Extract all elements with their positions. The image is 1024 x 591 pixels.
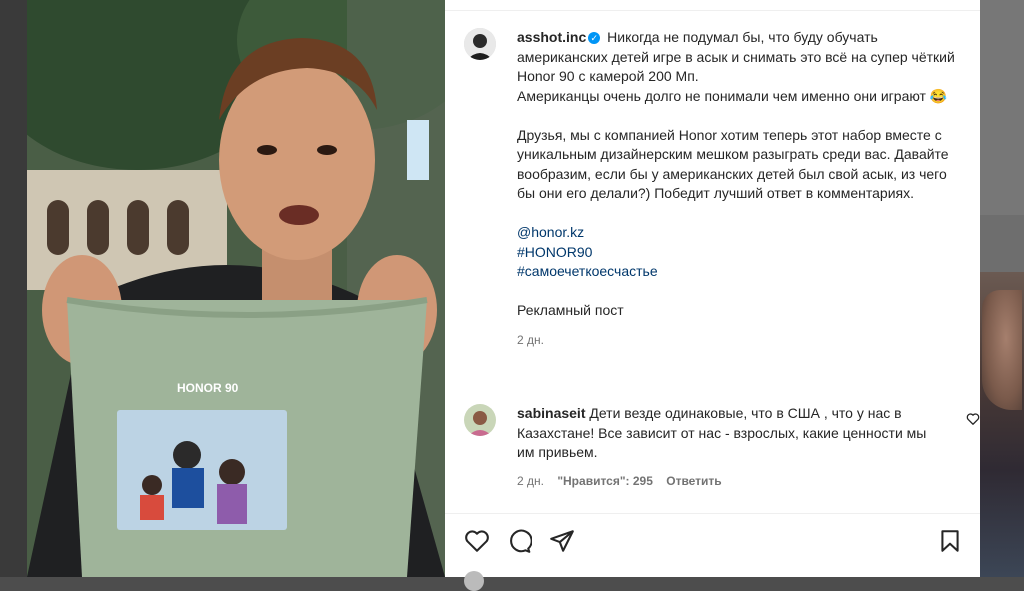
post-actions-bar — [464, 528, 964, 556]
background-dim-right[interactable] — [980, 0, 1024, 577]
author-avatar-image — [464, 28, 496, 60]
comment-reply-button[interactable]: Ответить — [666, 474, 721, 488]
heart-icon[interactable] — [464, 528, 490, 554]
comment-body: sabinaseit Дети везде одинаковые, что в … — [517, 404, 942, 491]
caption-line-2: Американцы очень долго не понимали чем и… — [517, 87, 948, 104]
comment-meta: 2 дн. "Нравится": 295 Ответить — [517, 472, 942, 492]
background-dim-left — [0, 0, 27, 577]
background-next-post-face — [982, 290, 1022, 410]
liked-by-avatar[interactable] — [464, 571, 484, 591]
hashtag-link[interactable]: #самоечеткоесчастье — [517, 262, 967, 282]
background-panel — [980, 0, 1024, 215]
paper-plane-icon[interactable] — [549, 528, 575, 554]
caption-paragraph-2: Друзья, мы с компанией Honor хотим тепер… — [517, 126, 949, 202]
commenter-avatar-image — [464, 404, 496, 436]
panel-top-border — [445, 0, 980, 11]
post-photo-illustration: HONOR 90 — [27, 0, 445, 577]
comment-bubble-icon[interactable] — [506, 528, 532, 554]
comment-timestamp[interactable]: 2 дн. — [517, 474, 544, 488]
mention-link[interactable]: @honor.kz — [517, 223, 967, 243]
author-username[interactable]: asshot.inc — [517, 29, 586, 45]
bookmark-icon[interactable] — [937, 528, 963, 554]
ad-label: Рекламный пост — [517, 302, 624, 318]
caption-body: asshot.inc ✓ Никогда не подумал бы, что б… — [517, 28, 967, 350]
caption-first-paragraph: asshot.inc ✓ Никогда не подумал бы, что б… — [517, 28, 967, 87]
commenter-username[interactable]: sabinaseit — [517, 405, 585, 421]
author-avatar[interactable] — [464, 28, 496, 60]
post-timestamp[interactable]: 2 дн. — [517, 331, 967, 351]
hashtag-link[interactable]: #HONOR90 — [517, 243, 967, 263]
comment-likes[interactable]: "Нравится": 295 — [557, 474, 653, 488]
commenter-avatar[interactable] — [464, 404, 496, 436]
bag-brand-text: HONOR 90 — [177, 381, 239, 395]
verified-badge-icon: ✓ — [588, 32, 601, 44]
comment-like-heart-icon[interactable] — [966, 412, 980, 426]
post-side-panel: asshot.inc ✓ Никогда не подумал бы, что б… — [445, 0, 980, 591]
post-modal: HONOR 90 asshot.inc ✓ Никогда не подумал … — [27, 0, 980, 591]
post-image[interactable]: HONOR 90 — [27, 0, 445, 577]
actions-divider — [445, 513, 980, 514]
